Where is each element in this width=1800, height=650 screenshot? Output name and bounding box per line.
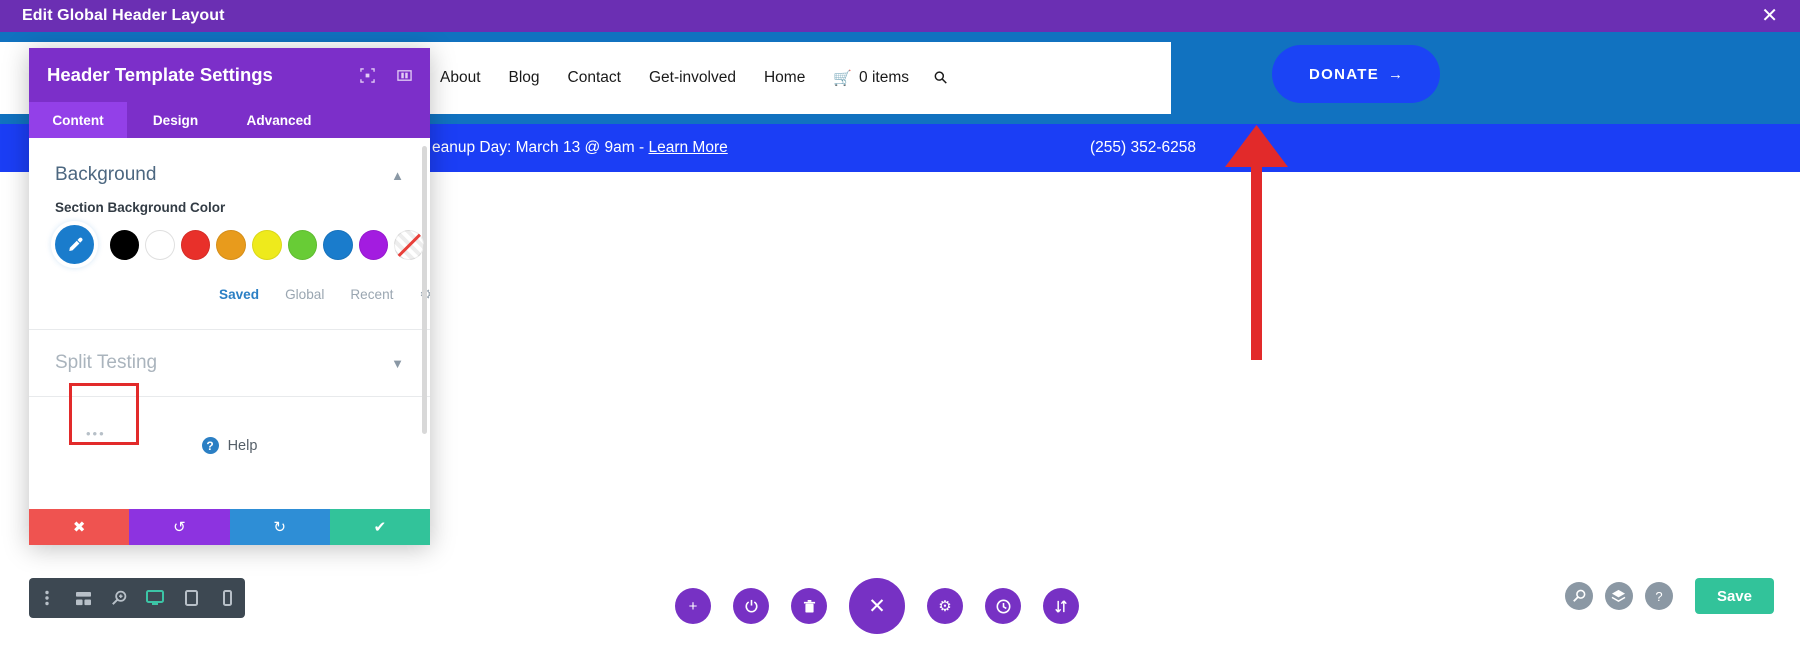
split-testing-title: Split Testing — [55, 352, 158, 373]
history-clock-icon[interactable] — [985, 588, 1021, 624]
palette-tab-global[interactable]: Global — [285, 287, 324, 302]
chevron-down-icon[interactable]: ▼ — [391, 356, 404, 371]
swatch-orange[interactable] — [216, 229, 246, 260]
panel-title: Header Template Settings — [47, 64, 273, 85]
tablet-icon[interactable] — [173, 590, 209, 606]
section-background-color-label: Section Background Color — [55, 200, 226, 215]
gear-icon[interactable]: ⚙ — [927, 588, 963, 624]
panel-redo-button[interactable]: ↻ — [229, 509, 330, 545]
phone-number: (255) 352-6258 — [1090, 139, 1196, 156]
panel-scrollbar[interactable] — [422, 146, 427, 434]
save-button[interactable]: Save — [1694, 578, 1774, 614]
split-testing-section-header[interactable]: Split Testing ▼ — [29, 330, 430, 374]
power-icon[interactable] — [733, 588, 769, 624]
desktop-icon[interactable] — [137, 590, 173, 606]
background-section-title: Background — [55, 164, 157, 185]
eyedropper-icon[interactable] — [55, 225, 94, 264]
more-vertical-icon[interactable] — [29, 590, 65, 606]
builder-round-toolbar: + ✕ ⚙ — [675, 578, 1079, 634]
announcement-message: eanup Day: March 13 @ 9am - — [432, 139, 649, 156]
nav-item-about[interactable]: About — [440, 69, 481, 87]
panel-body: Background ▲ Section Background Color ••… — [29, 138, 430, 509]
panel-footer: ✖ ↺ ↻ ✔ — [29, 509, 430, 545]
swatch-white[interactable] — [145, 229, 175, 260]
background-section-header[interactable]: Background ▲ — [29, 138, 430, 186]
color-swatch-row — [29, 215, 430, 264]
swatch-green[interactable] — [287, 229, 318, 260]
learn-more-link[interactable]: Learn More — [648, 139, 727, 156]
close-x-icon[interactable]: ✕ — [849, 578, 905, 634]
palette-tab-saved[interactable]: Saved — [219, 287, 259, 302]
nav-item-blog[interactable]: Blog — [509, 69, 540, 87]
admin-bar: Edit Global Header Layout ✕ — [0, 0, 1800, 32]
swatch-purple[interactable] — [358, 229, 389, 260]
chevron-up-icon[interactable]: ▲ — [391, 168, 404, 183]
swatch-yellow[interactable] — [251, 229, 282, 260]
palette-tab-recent[interactable]: Recent — [350, 287, 393, 302]
nav-item-get-involved[interactable]: Get-involved — [649, 69, 736, 87]
question-circle-icon: ? — [201, 437, 219, 454]
panel-save-button[interactable]: ✔ — [329, 509, 430, 545]
tab-advanced[interactable]: Advanced — [224, 102, 334, 138]
sort-arrows-icon[interactable] — [1043, 588, 1079, 624]
announcement-text: eanup Day: March 13 @ 9am - Learn More — [432, 139, 728, 157]
nav-item-contact[interactable]: Contact — [568, 69, 621, 87]
header-template-settings-panel: Header Template Settings Content Design … — [29, 48, 430, 545]
search-zoom-icon[interactable] — [1564, 582, 1593, 610]
nav-item-home[interactable]: Home — [764, 69, 805, 87]
tab-content[interactable]: Content — [29, 102, 127, 138]
donate-button[interactable]: DONATE → — [1272, 45, 1440, 103]
zoom-icon[interactable] — [101, 590, 137, 606]
search-icon[interactable]: ⚲ — [930, 67, 953, 90]
swatch-blue[interactable] — [323, 229, 353, 260]
color-picker-more-dots[interactable]: ••• — [86, 426, 106, 441]
help-label: Help — [227, 437, 258, 454]
help-question-icon[interactable]: ? — [1644, 582, 1673, 610]
panel-undo-button[interactable]: ↺ — [129, 509, 230, 545]
palette-tabs: Saved Global Recent ⚙ — [219, 264, 430, 303]
trash-icon[interactable] — [791, 588, 827, 624]
arrow-right-icon: → — [1388, 65, 1404, 83]
builder-right-controls: ? Save — [1564, 578, 1774, 614]
device-preview-toolbar — [29, 578, 245, 618]
close-icon[interactable]: ✕ — [1761, 6, 1778, 26]
panel-tabs: Content Design Advanced — [29, 102, 430, 138]
cart-count-label: 0 items — [859, 69, 909, 86]
cart-link[interactable]: 🛒 0 items — [833, 69, 909, 87]
donate-label: DONATE — [1308, 65, 1380, 83]
shopping-cart-icon: 🛒 — [833, 70, 853, 87]
swatch-black[interactable] — [109, 229, 140, 260]
layout-columns-icon[interactable] — [397, 68, 412, 83]
layers-icon[interactable] — [1604, 582, 1633, 610]
swatch-transparent[interactable] — [394, 229, 424, 260]
panel-header: Header Template Settings — [29, 48, 430, 102]
mobile-icon[interactable] — [209, 590, 245, 606]
expand-icon[interactable] — [360, 67, 375, 83]
panel-cancel-button[interactable]: ✖ — [29, 509, 130, 545]
plus-icon[interactable]: + — [675, 588, 711, 624]
admin-bar-title: Edit Global Header Layout — [22, 7, 225, 24]
swatch-red[interactable] — [180, 229, 211, 260]
wireframe-icon[interactable] — [65, 591, 101, 606]
tab-design[interactable]: Design — [127, 102, 224, 138]
